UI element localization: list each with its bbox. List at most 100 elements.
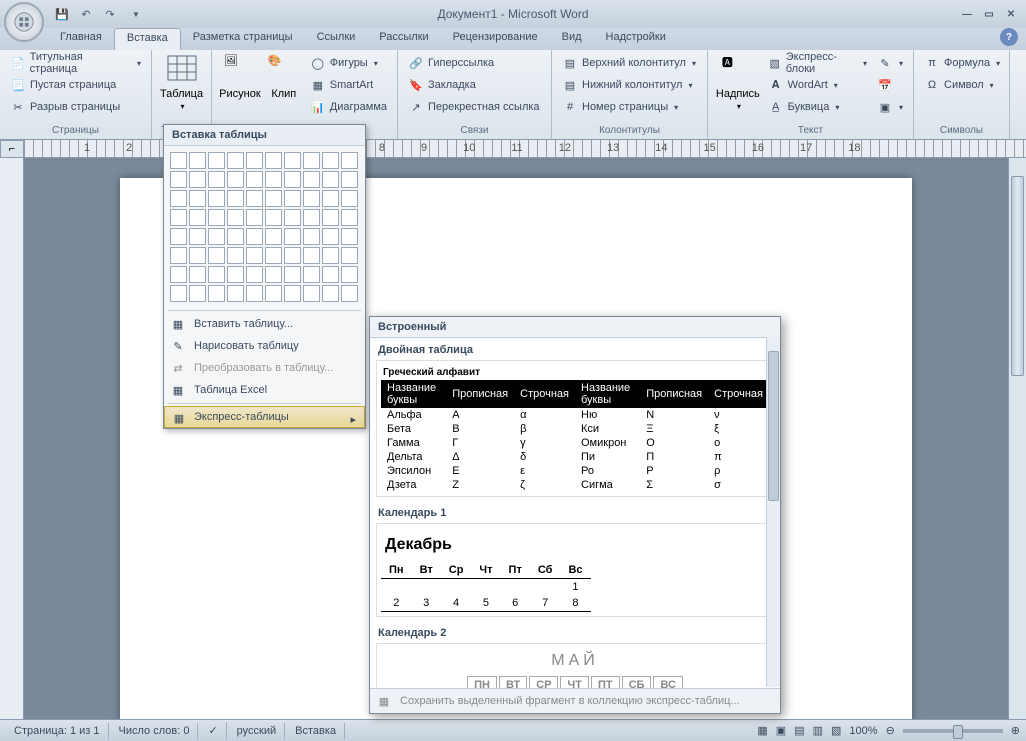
office-button[interactable]: [4, 2, 44, 42]
save-to-gallery-button: ▦Сохранить выделенный фрагмент в коллекц…: [370, 688, 780, 713]
textbox-icon: 🅰: [722, 54, 754, 86]
omega-icon: Ω: [924, 77, 940, 93]
word-count[interactable]: Число слов: 0: [111, 723, 199, 739]
blank-page-icon: 📃: [10, 77, 26, 93]
page-number-button[interactable]: #Номер страницы▾: [558, 96, 700, 118]
grid-icon: ▦: [170, 316, 186, 332]
tab-review[interactable]: Рецензирование: [441, 28, 550, 50]
bookmark-button[interactable]: 🔖Закладка: [404, 74, 544, 96]
group-links-label: Связи: [404, 124, 545, 137]
clip-icon: 🎨: [268, 54, 300, 86]
table-grid-picker[interactable]: [164, 146, 365, 308]
view-draft-icon[interactable]: ▧: [831, 724, 841, 737]
submenu-arrow-icon: ▸: [350, 413, 356, 426]
chart-icon: 📊: [310, 99, 326, 115]
signature-button[interactable]: ✎▾: [873, 52, 907, 74]
window-title: Документ1 - Microsoft Word: [437, 7, 588, 21]
shapes-button[interactable]: ◯Фигуры▾: [306, 52, 391, 74]
ruler-corner[interactable]: ⌐: [0, 140, 24, 158]
datetime-button[interactable]: 📅: [873, 74, 907, 96]
table-dropdown-menu: Вставка таблицы ▦Вставить таблицу... ✎На…: [163, 124, 366, 429]
cover-page-button[interactable]: 📄Титульная страница▾: [6, 52, 145, 74]
qat-dropdown-icon[interactable]: ▼: [126, 4, 146, 24]
footer-icon: ▤: [562, 77, 578, 93]
gallery-item-label: Календарь 2: [374, 625, 776, 641]
statusbar: Страница: 1 из 1 Число слов: 0 ✓ русский…: [0, 719, 1026, 741]
vertical-ruler[interactable]: [0, 158, 24, 719]
gallery-item-calendar2[interactable]: МАЙ ПНВТСРЧТПТСБВС1234567891011121314151…: [376, 643, 774, 688]
excel-table-item[interactable]: ▦Таблица Excel: [164, 379, 365, 401]
zoom-out-button[interactable]: ⊖: [886, 724, 895, 737]
pagenum-icon: #: [562, 99, 578, 115]
language-indicator[interactable]: русский: [229, 723, 285, 739]
zoom-in-button[interactable]: ⊕: [1011, 724, 1020, 737]
view-web-icon[interactable]: ▤: [794, 724, 804, 737]
undo-icon[interactable]: ↶: [76, 4, 96, 24]
tab-home[interactable]: Главная: [48, 28, 114, 50]
smartart-icon: ▦: [310, 77, 326, 93]
crossref-button[interactable]: ↗Перекрестная ссылка: [404, 96, 544, 118]
insert-table-item[interactable]: ▦Вставить таблицу...: [164, 313, 365, 335]
tab-references[interactable]: Ссылки: [305, 28, 368, 50]
convert-icon: ⇄: [170, 360, 186, 376]
tab-mailings[interactable]: Рассылки: [367, 28, 440, 50]
dropcap-button[interactable]: A̲Буквица▾: [764, 96, 871, 118]
tab-page-layout[interactable]: Разметка страницы: [181, 28, 305, 50]
gallery-scrollbar[interactable]: [766, 337, 780, 687]
minimize-button[interactable]: —: [958, 6, 976, 22]
footer-button[interactable]: ▤Нижний колонтитул▾: [558, 74, 700, 96]
help-icon[interactable]: ?: [1000, 28, 1018, 46]
view-print-layout-icon[interactable]: ▦: [757, 724, 767, 737]
redo-icon[interactable]: ↷: [100, 4, 120, 24]
crossref-icon: ↗: [408, 99, 424, 115]
quick-tables-item[interactable]: ▦Экспресс-таблицы▸: [164, 406, 365, 428]
draw-table-item[interactable]: ✎Нарисовать таблицу: [164, 335, 365, 357]
wordart-button[interactable]: 𝐀WordArt▾: [764, 74, 871, 96]
link-icon: 🔗: [408, 55, 424, 71]
table-button[interactable]: Таблица▾: [158, 52, 205, 124]
tab-view[interactable]: Вид: [550, 28, 594, 50]
break-icon: ✂: [10, 99, 26, 115]
view-outline-icon[interactable]: ▥: [813, 724, 823, 737]
tab-addins[interactable]: Надстройки: [594, 28, 678, 50]
gallery-body[interactable]: Двойная таблица Греческий алфавит Назван…: [370, 338, 780, 688]
bookmark-icon: 🔖: [408, 77, 424, 93]
picture-button[interactable]: 🖼Рисунок: [218, 52, 262, 124]
page-break-button[interactable]: ✂Разрыв страницы: [6, 96, 145, 118]
page-icon: 📄: [10, 55, 26, 71]
object-button[interactable]: ▣▾: [873, 96, 907, 118]
textbox-button[interactable]: 🅰Надпись▾: [714, 52, 762, 124]
page-indicator[interactable]: Страница: 1 из 1: [6, 723, 109, 739]
excel-icon: ▦: [170, 382, 186, 398]
close-button[interactable]: ✕: [1002, 6, 1020, 22]
maximize-button[interactable]: ▭: [980, 6, 998, 22]
symbol-button[interactable]: ΩСимвол▾: [920, 74, 1004, 96]
hyperlink-button[interactable]: 🔗Гиперссылка: [404, 52, 544, 74]
zoom-slider[interactable]: [903, 729, 1003, 733]
clip-button[interactable]: 🎨Клип: [264, 52, 304, 124]
smartart-button[interactable]: ▦SmartArt: [306, 74, 391, 96]
gallery-item-double-table[interactable]: Греческий алфавит Название буквыПрописна…: [376, 360, 774, 497]
chart-button[interactable]: 📊Диаграмма: [306, 96, 391, 118]
convert-table-item: ⇄Преобразовать в таблицу...: [164, 357, 365, 379]
spellcheck-icon[interactable]: ✓: [200, 722, 226, 739]
pencil-icon: ✎: [170, 338, 186, 354]
tab-insert[interactable]: Вставка: [114, 28, 181, 50]
date-icon: 📅: [877, 77, 893, 93]
equation-button[interactable]: πФормула▾: [920, 52, 1004, 74]
group-text-label: Текст: [714, 124, 907, 137]
save-icon[interactable]: 💾: [52, 4, 72, 24]
insert-mode[interactable]: Вставка: [287, 723, 345, 739]
vertical-scrollbar[interactable]: [1008, 158, 1026, 719]
view-fullscreen-icon[interactable]: ▣: [776, 724, 786, 737]
titlebar: 💾 ↶ ↷ ▼ Документ1 - Microsoft Word — ▭ ✕: [0, 0, 1026, 28]
picture-icon: 🖼: [224, 54, 256, 86]
header-icon: ▤: [562, 55, 578, 71]
blank-page-button[interactable]: 📃Пустая страница: [6, 74, 145, 96]
ribbon: 📄Титульная страница▾ 📃Пустая страница ✂Р…: [0, 50, 1026, 140]
gallery-item-calendar1[interactable]: Декабрь ПнВтСрЧтПтСбВс12345678: [376, 523, 774, 617]
quickparts-button[interactable]: ▧Экспресс-блоки▾: [764, 52, 871, 74]
header-button[interactable]: ▤Верхний колонтитул▾: [558, 52, 700, 74]
quick-tables-icon: ▦: [171, 410, 187, 426]
zoom-level[interactable]: 100%: [849, 725, 877, 737]
